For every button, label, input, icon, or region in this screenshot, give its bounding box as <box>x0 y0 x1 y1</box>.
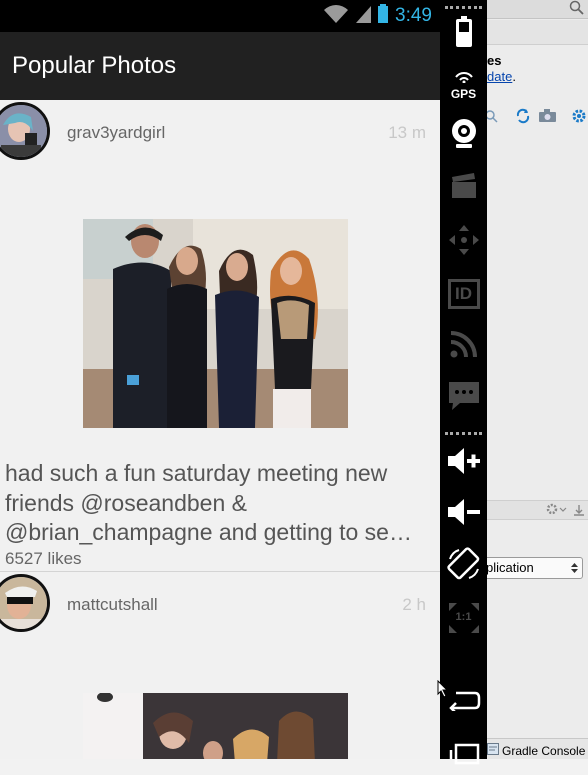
post-header: grav3yardgirl 13 m <box>0 100 440 162</box>
id-icon: ID <box>447 279 480 309</box>
caption-line: had such a fun saturday meeting new <box>5 460 388 486</box>
recent-apps-icon <box>448 741 480 769</box>
volume-down-button[interactable] <box>440 494 487 534</box>
zoom-icon[interactable] <box>487 108 499 129</box>
ide-update-link[interactable]: date <box>487 69 512 84</box>
ide-background: es date. plication Gradle Console <box>487 0 588 759</box>
screencast-control-button[interactable] <box>440 168 487 208</box>
action-bar: Popular Photos <box>0 32 440 100</box>
post-header: mattcutshall 2 h <box>0 572 440 634</box>
configuration-dropdown-value: plication <box>487 560 534 575</box>
ide-panel-header <box>487 500 588 520</box>
device-id-control-button[interactable]: ID <box>440 274 487 314</box>
ide-header-fragment: es <box>487 53 502 68</box>
rotate-icon <box>446 547 481 585</box>
broadcast-control-button[interactable] <box>440 326 487 366</box>
chevron-updown-icon <box>571 561 578 579</box>
post-likes: 6527 likes <box>5 549 82 568</box>
gps-icon <box>454 68 474 87</box>
ide-icon-row <box>487 106 588 128</box>
post-item[interactable]: grav3yardgirl 13 m had such a fun saturd… <box>0 100 440 572</box>
sms-control-button[interactable] <box>440 378 487 418</box>
scale-icon: 1:1 <box>448 602 480 634</box>
id-label: ID <box>455 284 472 303</box>
back-arrow-icon <box>447 689 481 715</box>
post-photo[interactable] <box>83 219 348 428</box>
camera-control-button[interactable] <box>440 116 487 156</box>
separator <box>445 6 482 9</box>
configuration-dropdown[interactable]: plication <box>487 557 583 579</box>
rotate-button[interactable] <box>440 546 487 586</box>
signal-icon <box>355 4 372 28</box>
wifi-icon <box>323 4 349 28</box>
caption-line: @brian_champagne and getting to se… <box>5 519 412 545</box>
volume-down-icon <box>447 498 481 530</box>
avatar[interactable] <box>0 102 50 160</box>
scale-label: 1:1 <box>455 611 472 623</box>
recent-apps-button[interactable] <box>440 735 487 775</box>
settings-icon[interactable] <box>571 108 587 129</box>
rss-icon <box>450 330 478 362</box>
scale-button[interactable]: 1:1 <box>440 598 487 638</box>
battery-control-button[interactable] <box>440 14 487 54</box>
mouse-cursor <box>437 679 449 702</box>
gradle-console-label: Gradle Console <box>502 744 586 758</box>
post-username[interactable]: grav3yardgirl <box>67 123 165 143</box>
separator <box>445 432 482 435</box>
page-title: Popular Photos <box>12 52 177 79</box>
dpad-control-button[interactable] <box>440 222 487 262</box>
emulator-screen: 3:49 Popular Photos grav3yardgirl 13 m h… <box>0 0 440 759</box>
refresh-icon[interactable] <box>515 108 531 129</box>
gps-control-button[interactable]: GPS <box>440 64 487 104</box>
clapperboard-icon <box>451 173 477 203</box>
gear-icon[interactable] <box>545 502 567 521</box>
volume-up-icon <box>447 447 481 479</box>
webcam-icon <box>450 118 478 154</box>
ide-tool-window-bar: Gradle Console <box>487 738 588 759</box>
battery-icon <box>377 4 389 28</box>
caption-line: friends @roseandben & <box>5 489 247 516</box>
gps-label: GPS <box>450 86 477 101</box>
download-icon[interactable] <box>573 503 585 521</box>
avatar[interactable] <box>0 574 50 632</box>
status-time: 3:49 <box>395 5 432 26</box>
emulator-controls: GPS ID 1:1 <box>440 0 487 765</box>
battery-icon <box>455 16 473 52</box>
ide-tab-strip <box>487 20 588 45</box>
status-bar: 3:49 <box>0 0 440 32</box>
search-icon[interactable] <box>569 0 585 21</box>
photo-feed[interactable]: grav3yardgirl 13 m had such a fun saturd… <box>0 100 440 759</box>
console-icon <box>487 742 499 759</box>
gradle-console-tab[interactable]: Gradle Console <box>487 742 585 759</box>
post-item[interactable]: mattcutshall 2 h <box>0 572 440 759</box>
ide-update-link-row: date. <box>487 69 516 84</box>
post-timestamp: 2 h <box>402 595 426 614</box>
ide-link-suffix: . <box>512 69 516 84</box>
post-photo[interactable] <box>83 693 348 759</box>
volume-up-button[interactable] <box>440 443 487 483</box>
ide-toolbar <box>487 0 588 19</box>
post-username[interactable]: mattcutshall <box>67 595 158 615</box>
post-timestamp: 13 m <box>388 123 426 142</box>
camera-icon[interactable] <box>539 109 556 127</box>
dpad-icon <box>448 224 480 260</box>
message-icon <box>448 381 480 415</box>
post-caption: had such a fun saturday meeting new frie… <box>5 459 435 548</box>
